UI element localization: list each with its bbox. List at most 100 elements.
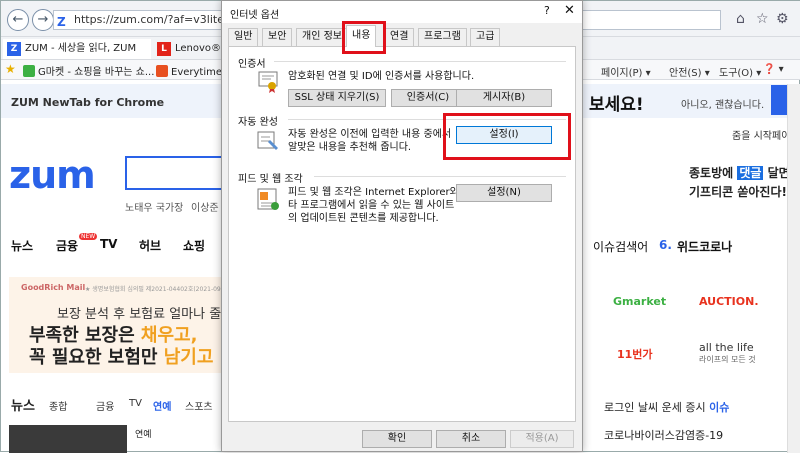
side-ad-text: 달면 (763, 166, 790, 180)
side-ad-line2[interactable]: 기프티콘 쏟아진다! (689, 183, 787, 200)
issue-rank: 6. (659, 238, 672, 252)
menu-shopping[interactable]: 쇼핑 (183, 237, 205, 254)
back-button[interactable]: ← (7, 9, 29, 31)
news-cat[interactable]: TV (129, 398, 142, 409)
toolbar-page[interactable]: 페이지(P) ▾ (601, 64, 651, 79)
address-dropdown[interactable] (561, 10, 721, 30)
tab-general[interactable]: 일반 (228, 28, 259, 46)
feeds-section-title: 피드 및 웹 조각 (238, 174, 303, 185)
url-field[interactable]: Z https://zum.com/?af=v3lite (53, 10, 228, 30)
shop-allthelife[interactable]: all the life (699, 341, 754, 354)
shop-allthelife-sub: 라이프의 모든 것 (699, 355, 756, 364)
help-button[interactable]: ? (544, 4, 550, 17)
divider (314, 176, 566, 177)
certificate-icon (258, 71, 278, 93)
tab-label: ZUM - 세상을 읽다, ZUM (25, 43, 137, 54)
ad-highlight: 남기고 (163, 347, 214, 368)
page-scrollbar[interactable] (787, 84, 800, 453)
ok-button[interactable]: 확인 (362, 430, 432, 448)
lenovo-tab-icon: L (157, 42, 171, 56)
zum-tab-icon: Z (7, 42, 21, 56)
news-thumbnail[interactable] (9, 425, 127, 453)
ad-text: 꼭 필요한 보험만 (29, 347, 164, 368)
autocomplete-icon (257, 131, 278, 150)
news-title[interactable]: 뉴스 (11, 395, 35, 414)
url-text: https://zum.com/?af=v3lite (74, 13, 224, 26)
shop-gmarket[interactable]: Gmarket (613, 295, 666, 308)
tab-privacy[interactable]: 개인 정보 (296, 28, 348, 46)
tab-programs[interactable]: 프로그램 (418, 28, 467, 46)
internet-options-dialog: 인터넷 옵션 ? ✕ 일반 보안 개인 정보 연결 프로그램 고급 내용 인증서… (221, 0, 583, 452)
keyword-link[interactable]: 노태우 국가장 (125, 199, 183, 214)
apply-button[interactable]: 적용(A) (510, 430, 574, 448)
clear-ssl-state-button[interactable]: SSL 상태 지우기(S) (288, 89, 386, 107)
menu-finance[interactable]: 금융 (56, 237, 78, 254)
tab-security[interactable]: 보안 (262, 28, 293, 46)
news-cat[interactable]: 종합 (49, 398, 67, 413)
zum-logo[interactable]: zum (9, 153, 96, 197)
news-snippet[interactable]: 연예 (135, 427, 152, 440)
link-stock[interactable]: 증시 (685, 401, 705, 414)
menu-news[interactable]: 뉴스 (11, 237, 33, 254)
feeds-desc-1: 피드 및 웹 조각은 Internet Explorer와 기 (288, 187, 472, 198)
feeds-desc-3: 의 업데이트된 콘텐츠를 제공합니다. (288, 213, 439, 224)
favorites-star-icon[interactable]: ★ (5, 62, 16, 76)
certificates-button[interactable]: 인증서(C) (391, 89, 465, 107)
divider (274, 61, 566, 62)
news-cat[interactable]: 연예 (153, 398, 171, 413)
cert-section-title: 인증서 (238, 59, 266, 70)
shop-auction[interactable]: AUCTION. (699, 295, 759, 308)
toolbar-safety[interactable]: 안전(S) ▾ (669, 64, 710, 79)
tab-zum[interactable]: Z ZUM - 세상을 읽다, ZUM (3, 39, 151, 59)
ad-brand: GoodRich Mail (21, 283, 86, 292)
cert-description: 암호화된 연결 및 ID에 인증서를 사용합니다. (288, 71, 475, 82)
autocomplete-desc-1: 자동 완성은 이전에 입력한 내용 중에서 (288, 129, 452, 140)
tab-connections[interactable]: 연결 (384, 28, 415, 46)
banner-heading: 보세요! (589, 95, 644, 115)
newtab-text: ZUM NewTab for Chrome (11, 96, 165, 109)
news-cat[interactable]: 스포츠 (185, 398, 213, 413)
star-icon[interactable]: ☆ (756, 11, 769, 27)
autocomplete-section-title: 자동 완성 (238, 117, 278, 128)
home-icon[interactable]: ⌂ (736, 11, 745, 27)
issue-headline[interactable]: 코로나바이러스감염증-19 (604, 427, 723, 443)
news-cat[interactable]: 금융 (96, 398, 114, 413)
side-ad-text: 종토방에 (689, 166, 738, 180)
issue-label: 이슈검색어 (593, 240, 649, 254)
new-badge: NEW (79, 233, 98, 240)
issue-keyword[interactable]: 위드코로나 (677, 238, 732, 255)
close-button[interactable]: ✕ (564, 3, 575, 18)
dialog-title: 인터넷 옵션 (230, 10, 280, 21)
tab-lenovo[interactable]: L Lenovo® 한· (153, 39, 223, 59)
favorite-gmarket[interactable]: G마켓 - 쇼핑을 바꾸는 쇼... (23, 63, 154, 78)
shop-11st[interactable]: 11번가 (617, 346, 653, 362)
banner-decline-link[interactable]: 아니오, 괜찮습니다. (681, 96, 764, 111)
highlight-tab-box (342, 21, 386, 54)
menu-hub[interactable]: 허브 (139, 237, 161, 254)
toolbar-tools[interactable]: 도구(O) ▾ (719, 64, 761, 79)
search-input[interactable] (125, 156, 225, 190)
feeds-settings-button[interactable]: 설정(N) (456, 184, 552, 202)
tab-label: Lenovo® 한· (175, 43, 223, 54)
start-page-link[interactable]: 줌을 시작페이 (732, 127, 790, 142)
tab-advanced[interactable]: 고급 (470, 28, 501, 46)
cancel-button[interactable]: 취소 (436, 430, 506, 448)
link-fortune[interactable]: 운세 (662, 401, 682, 414)
gear-icon[interactable]: ⚙ (776, 11, 789, 27)
highlight-settings-box (443, 113, 571, 160)
favorite-label: G마켓 - 쇼핑을 바꾸는 쇼... (38, 67, 155, 78)
quick-links: 로그인 날씨 운세 증시 이슈 (604, 399, 729, 415)
link-login[interactable]: 로그인 (604, 401, 634, 414)
side-ad-badge: 댓글 (737, 166, 764, 180)
menu-tv[interactable]: TV (100, 237, 117, 251)
forward-button[interactable]: → (32, 9, 54, 31)
ad-line3: 꼭 필요한 보험만 남기고 (29, 343, 213, 369)
side-ad-line1[interactable]: 종토방에 댓글 달면 (689, 164, 790, 181)
link-weather[interactable]: 날씨 (638, 401, 658, 414)
toolbar-help[interactable]: ❓ ▾ (763, 64, 784, 75)
publishers-button[interactable]: 게시자(B) (456, 89, 552, 107)
link-issue[interactable]: 이슈 (709, 401, 729, 414)
ad-line1: 보장 분석 후 보험료 얼마나 줄어들 (57, 307, 246, 322)
autocomplete-desc-2: 알맞은 내용을 추천해 줍니다. (288, 142, 412, 153)
feeds-icon (257, 188, 279, 210)
